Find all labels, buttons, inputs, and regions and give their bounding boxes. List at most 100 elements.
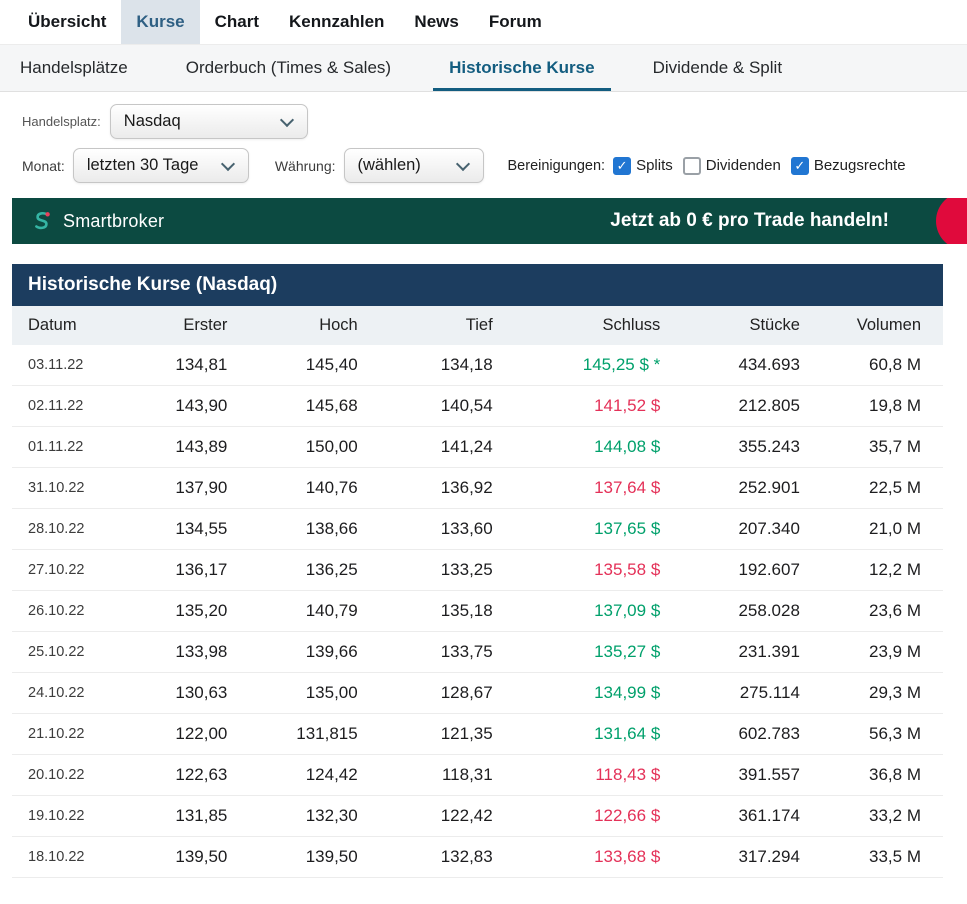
cell-volumen: 21,0 M — [822, 509, 943, 550]
promo-banner[interactable]: Smartbroker Jetzt ab 0 € pro Trade hande… — [12, 198, 967, 244]
cell-schluss: 122,66 $ — [515, 796, 683, 837]
cell-schluss: 118,43 $ — [515, 755, 683, 796]
cell-stuecke: 207.340 — [682, 509, 822, 550]
column-header-hoch: Hoch — [249, 306, 379, 345]
cell-schluss: 137,09 $ — [515, 591, 683, 632]
column-header-datum: Datum — [12, 306, 124, 345]
column-header-tief: Tief — [380, 306, 515, 345]
cell-erster: 139,50 — [124, 837, 250, 878]
cell-volumen: 35,7 M — [822, 427, 943, 468]
main-nav-item-news[interactable]: News — [399, 0, 473, 44]
chevron-down-icon — [455, 157, 469, 171]
cell-hoch: 145,68 — [249, 386, 379, 427]
cell-stuecke: 602.783 — [682, 714, 822, 755]
cell-datum: 31.10.22 — [12, 468, 124, 509]
table-row: 26.10.22135,20140,79135,18137,09 $258.02… — [12, 591, 943, 632]
cell-tief: 136,92 — [380, 468, 515, 509]
bereinigungen-group: Bereinigungen: ✓ Splits Dividenden ✓ Bezugsr… — [508, 157, 916, 175]
cell-hoch: 136,25 — [249, 550, 379, 591]
cell-tief: 121,35 — [380, 714, 515, 755]
cell-volumen: 56,3 M — [822, 714, 943, 755]
bereinigungen-label: Bereinigungen: — [508, 158, 606, 174]
smartbroker-logo-icon — [30, 209, 54, 233]
cell-schluss: 137,64 $ — [515, 468, 683, 509]
cell-volumen: 23,6 M — [822, 591, 943, 632]
checkbox-label: Splits — [636, 157, 673, 174]
cell-tief: 133,60 — [380, 509, 515, 550]
cell-erster: 143,90 — [124, 386, 250, 427]
banner-text: Jetzt ab 0 € pro Trade handeln! — [610, 210, 889, 232]
sub-nav-item-historische-kurse[interactable]: Historische Kurse — [433, 45, 611, 91]
cell-tief: 140,54 — [380, 386, 515, 427]
checkbox-checked-icon[interactable]: ✓ — [791, 157, 809, 175]
table-row: 27.10.22136,17136,25133,25135,58 $192.60… — [12, 550, 943, 591]
checkbox-dividenden[interactable]: Dividenden — [683, 157, 781, 175]
checkbox-unchecked-icon[interactable] — [683, 157, 701, 175]
checkbox-label: Bezugsrechte — [814, 157, 906, 174]
cell-datum: 19.10.22 — [12, 796, 124, 837]
cell-stuecke: 192.607 — [682, 550, 822, 591]
cell-datum: 27.10.22 — [12, 550, 124, 591]
cell-erster: 122,00 — [124, 714, 250, 755]
table-row: 20.10.22122,63124,42118,31118,43 $391.55… — [12, 755, 943, 796]
main-nav: ÜbersichtKurseChartKennzahlenNewsForum — [0, 0, 967, 44]
cell-erster: 136,17 — [124, 550, 250, 591]
main-nav-item-chart[interactable]: Chart — [200, 0, 274, 44]
handelsplatz-select[interactable]: Nasdaq — [110, 104, 308, 139]
column-header-stuecke: Stücke — [682, 306, 822, 345]
cell-hoch: 135,00 — [249, 673, 379, 714]
cell-volumen: 19,8 M — [822, 386, 943, 427]
cell-volumen: 12,2 M — [822, 550, 943, 591]
cell-tief: 132,83 — [380, 837, 515, 878]
monat-value: letzten 30 Tage — [87, 156, 199, 175]
table-row: 21.10.22122,00131,815121,35131,64 $602.7… — [12, 714, 943, 755]
cell-datum: 25.10.22 — [12, 632, 124, 673]
main-nav-item-forum[interactable]: Forum — [474, 0, 557, 44]
main-nav-item-kennzahlen[interactable]: Kennzahlen — [274, 0, 399, 44]
cell-hoch: 150,00 — [249, 427, 379, 468]
table-body: 03.11.22134,81145,40134,18145,25 $ *434.… — [12, 345, 943, 878]
checkbox-bezugsrechte[interactable]: ✓ Bezugsrechte — [791, 157, 906, 175]
column-header-schluss: Schluss — [515, 306, 683, 345]
sub-nav-item-handelsplaetze[interactable]: Handelsplätze — [4, 45, 144, 91]
checkbox-label: Dividenden — [706, 157, 781, 174]
monat-label: Monat: — [22, 158, 65, 174]
checkbox-splits[interactable]: ✓ Splits — [613, 157, 673, 175]
main-nav-item-kurse[interactable]: Kurse — [121, 0, 199, 44]
handelsplatz-label: Handelsplatz: — [22, 114, 101, 129]
cell-schluss: 133,68 $ — [515, 837, 683, 878]
table-row: 24.10.22130,63135,00128,67134,99 $275.11… — [12, 673, 943, 714]
cell-datum: 24.10.22 — [12, 673, 124, 714]
sub-nav-item-orderbuch[interactable]: Orderbuch (Times & Sales) — [170, 45, 407, 91]
waehrung-label: Währung: — [275, 158, 336, 174]
cell-erster: 134,55 — [124, 509, 250, 550]
sub-nav-item-dividende-split[interactable]: Dividende & Split — [637, 45, 798, 91]
table-row: 25.10.22133,98139,66133,75135,27 $231.39… — [12, 632, 943, 673]
cell-hoch: 124,42 — [249, 755, 379, 796]
cell-tief: 128,67 — [380, 673, 515, 714]
monat-select[interactable]: letzten 30 Tage — [73, 148, 249, 183]
cell-stuecke: 212.805 — [682, 386, 822, 427]
cell-erster: 130,63 — [124, 673, 250, 714]
prices-table: DatumErsterHochTiefSchlussStückeVolumen … — [12, 306, 943, 878]
chevron-down-icon — [280, 113, 294, 127]
table-row: 01.11.22143,89150,00141,24144,08 $355.24… — [12, 427, 943, 468]
historical-prices-card: Historische Kurse (Nasdaq) DatumErsterHo… — [12, 264, 943, 878]
cell-volumen: 36,8 M — [822, 755, 943, 796]
cell-volumen: 29,3 M — [822, 673, 943, 714]
cell-schluss: 144,08 $ — [515, 427, 683, 468]
filters: Handelsplatz: Nasdaq Monat: letzten 30 T… — [22, 104, 967, 183]
cell-tief: 133,25 — [380, 550, 515, 591]
cell-schluss: 131,64 $ — [515, 714, 683, 755]
waehrung-select[interactable]: (wählen) — [344, 148, 484, 183]
checkbox-checked-icon[interactable]: ✓ — [613, 157, 631, 175]
table-row: 19.10.22131,85132,30122,42122,66 $361.17… — [12, 796, 943, 837]
cell-stuecke: 231.391 — [682, 632, 822, 673]
table-row: 28.10.22134,55138,66133,60137,65 $207.34… — [12, 509, 943, 550]
chevron-down-icon — [221, 157, 235, 171]
main-nav-item-uebersicht[interactable]: Übersicht — [13, 0, 121, 44]
cell-stuecke: 355.243 — [682, 427, 822, 468]
table-header-row: DatumErsterHochTiefSchlussStückeVolumen — [12, 306, 943, 345]
cell-erster: 143,89 — [124, 427, 250, 468]
cell-volumen: 22,5 M — [822, 468, 943, 509]
